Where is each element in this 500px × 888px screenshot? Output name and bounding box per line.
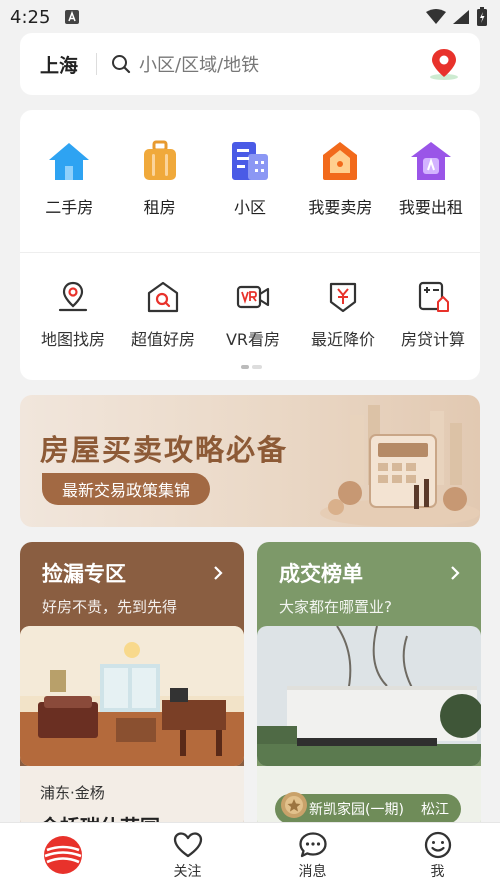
status-bar: 4:25	[0, 0, 500, 34]
menu-label: 租房	[143, 198, 176, 217]
search-bar[interactable]: 上海 小区/区域/地铁	[20, 33, 480, 95]
page-dot-active	[241, 365, 249, 369]
battery-icon	[477, 7, 487, 26]
tab-label: 消息	[298, 863, 327, 880]
menu-label: VR看房	[225, 330, 281, 349]
notification-icon	[65, 10, 80, 24]
menu-label: 我要出租	[398, 198, 463, 217]
tab-label: 关注	[173, 863, 202, 880]
menu-item-rent[interactable]: 租房	[114, 140, 204, 218]
menu-label: 二手房	[45, 198, 94, 217]
menu-item-second-hand[interactable]: 二手房	[24, 140, 114, 218]
value-house-icon	[147, 281, 179, 313]
chevron-right-icon	[451, 566, 460, 580]
listing-location: 浦东·金杨	[40, 784, 105, 802]
calculator-illustration	[320, 405, 480, 527]
price-drop-icon	[329, 282, 357, 313]
buildings-icon	[232, 142, 269, 180]
brand-logo-icon	[43, 835, 82, 874]
map-pin-icon	[58, 281, 88, 312]
menu-item-community[interactable]: 小区	[205, 140, 295, 218]
chevron-right-icon	[214, 566, 223, 580]
menu-label: 小区	[234, 198, 267, 217]
tab-home[interactable]	[0, 823, 125, 888]
deal-ranking-card[interactable]: 成交榜单 大家都在哪置业? 新凯家园(一期) 松江	[257, 542, 481, 832]
menu-item-price-drop[interactable]: 最近降价	[298, 280, 388, 350]
card-title: 成交榜单	[279, 562, 363, 586]
ranking-estate: 新凯家园(一期)	[309, 802, 404, 818]
menu-divider	[20, 252, 480, 253]
wifi-icon	[426, 9, 446, 24]
location-pin-icon[interactable]	[428, 47, 460, 81]
quick-menu-card: 二手房 租房 小区 我要卖房 我要出租 地图找房 超值好房 VR看房 最近降价 …	[20, 110, 480, 380]
menu-item-vr[interactable]: VR看房	[208, 280, 298, 350]
vr-camera-icon	[236, 285, 270, 309]
search-input[interactable]: 小区/区域/地铁	[139, 51, 428, 77]
listing-photo	[20, 626, 244, 766]
page-indicator	[241, 365, 262, 369]
menu-item-rent-out[interactable]: 我要出租	[386, 140, 476, 218]
banner-title: 房屋买卖攻略必备	[40, 433, 289, 467]
rent-out-icon	[410, 142, 451, 180]
city-selector[interactable]: 上海	[40, 51, 78, 78]
profile-icon	[424, 831, 451, 858]
search-icon	[112, 55, 131, 74]
search-divider	[96, 53, 98, 75]
menu-label: 房贷计算	[400, 330, 465, 349]
ranking-district: 松江	[421, 802, 449, 818]
menu-label: 地图找房	[40, 330, 105, 349]
tab-label: 我	[430, 863, 445, 880]
promo-banner[interactable]: 房屋买卖攻略必备 最新交易政策集锦	[20, 395, 480, 527]
banner-cta[interactable]: 最新交易政策集锦	[42, 473, 211, 505]
calculator-icon	[418, 281, 449, 312]
card-subtitle: 好房不贵，先到先得	[42, 598, 178, 616]
house-icon	[49, 143, 90, 180]
suitcase-icon	[143, 140, 176, 180]
menu-item-map-search[interactable]: 地图找房	[28, 280, 118, 350]
signal-icon	[453, 10, 469, 24]
menu-item-sell[interactable]: 我要卖房	[295, 140, 385, 218]
bottom-tab-bar: 关注 消息 我	[0, 822, 500, 888]
message-icon	[298, 831, 327, 857]
page-dot	[252, 365, 262, 369]
ranking-photo	[257, 626, 481, 766]
tab-messages[interactable]: 消息	[250, 823, 375, 888]
card-title: 捡漏专区	[42, 562, 126, 586]
menu-label: 最近降价	[310, 330, 375, 349]
sell-house-icon	[323, 142, 358, 180]
tab-follow[interactable]: 关注	[125, 823, 250, 888]
heart-icon	[173, 831, 202, 857]
status-time: 4:25	[10, 6, 51, 28]
medal-icon	[281, 792, 307, 818]
menu-label: 我要卖房	[308, 198, 373, 217]
card-subtitle: 大家都在哪置业?	[279, 598, 392, 616]
bargain-zone-card[interactable]: 捡漏专区 好房不贵，先到先得 浦东·金杨 金桥瑞仕花园	[20, 542, 244, 832]
menu-item-mortgage[interactable]: 房贷计算	[388, 280, 478, 350]
tab-me[interactable]: 我	[375, 823, 500, 888]
menu-item-value-house[interactable]: 超值好房	[118, 280, 208, 350]
menu-label: 超值好房	[130, 330, 195, 349]
